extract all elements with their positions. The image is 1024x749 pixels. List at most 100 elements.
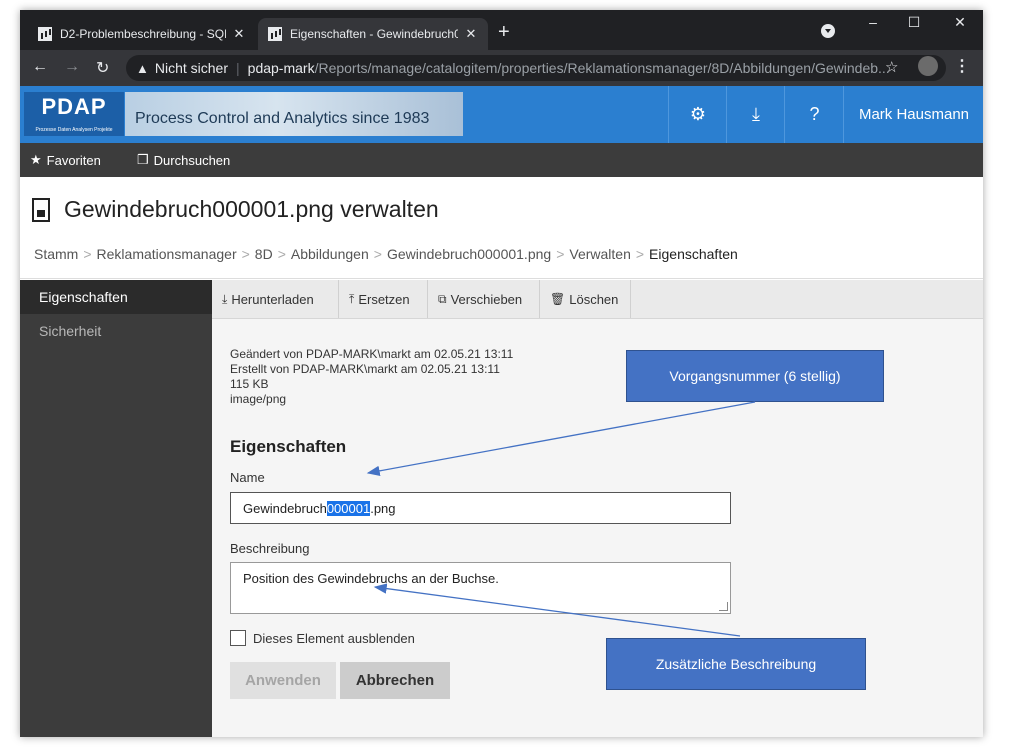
user-menu[interactable]: Mark Hausmann [843,86,983,143]
tagline: Process Control and Analytics since 1983 [135,110,430,127]
chevron-right-icon: > [635,246,645,262]
url-host: pdap-mark [247,60,315,76]
description-textarea[interactable]: Position des Gewindebruchs an der Buchse… [230,562,731,614]
callout-description: Zusätzliche Beschreibung [606,638,866,690]
hide-element-checkbox[interactable]: Dieses Element ausblenden [230,630,415,646]
chevron-right-icon: > [373,246,382,262]
replace-button[interactable]: ⤒ Ersetzen [339,280,428,318]
favorites-link[interactable]: ★ Favoriten [30,152,101,168]
star-icon: ★ [30,152,42,167]
tab-d2-problembeschreibung[interactable]: D2-Problembeschreibung - SQL S ✕ [28,18,256,50]
url-path: /Reports/manage/catalogitem/properties/R… [314,60,890,76]
logo-subtext: Prozesse Daten Analysen Projekte [35,127,113,133]
file-size: 115 KB [230,377,269,391]
name-input[interactable]: Gewindebruch000001.png [230,492,731,524]
sidebar-item-sicherheit[interactable]: Sicherheit [20,314,212,348]
move-button[interactable]: ⧉ Verschieben [428,280,540,318]
breadcrumb-current: Eigenschaften [649,246,738,262]
breadcrumb-item[interactable]: Verwalten [569,246,630,262]
new-tab-button[interactable]: + [498,22,510,42]
header-banner: Process Control and Analytics since 1983 [125,92,463,136]
chevron-right-icon: > [556,246,565,262]
app-header: PDAP Prozesse Daten Analysen Projekte Pr… [20,86,983,143]
section-title: Eigenschaften [230,437,347,456]
apply-button[interactable]: Anwenden [230,662,336,699]
close-window-button[interactable]: ✕ [940,14,980,31]
report-icon [38,27,52,41]
minimize-button[interactable]: – [853,14,893,30]
image-file-icon [32,197,50,222]
tab-eigenschaften[interactable]: Eigenschaften - Gewindebruch00 ✕ [258,18,488,50]
description-label: Beschreibung [230,541,310,556]
address-bar-row: ← → ↻ ▲ Nicht sicher | pdap-mark /Report… [20,50,983,86]
checkbox-label: Dieses Element ausblenden [253,630,415,646]
tab-search-icon[interactable] [821,24,835,38]
mime-type: image/png [230,392,287,406]
name-suffix: .png [370,501,396,516]
breadcrumb-item[interactable]: Stamm [34,246,78,262]
forward-icon[interactable]: → [64,58,80,76]
created-info: Erstellt von PDAP-MARK\markt am 02.05.21… [230,362,500,376]
resize-handle[interactable] [719,602,728,611]
warning-icon: ▲ [136,60,149,76]
download-icon: ⤓ [222,291,228,306]
favorites-label: Favoriten [46,152,101,168]
download-button[interactable]: ⤓ [726,86,785,143]
upload-icon: ⤒ [349,291,355,306]
divider: | [236,60,240,76]
page-title: Gewindebruch000001.png verwalten [32,196,439,223]
trash-icon: 🗑 [550,292,566,306]
item-metadata: Geändert von PDAP-MARK\markt am 02.05.21… [230,347,513,407]
help-icon: ? [809,104,820,124]
download-icon: ⤓ [752,104,760,124]
breadcrumb-item[interactable]: 8D [255,246,273,262]
move-icon: ⧉ [438,291,447,306]
chevron-right-icon: > [241,246,250,262]
help-button[interactable]: ? [784,86,844,143]
divider [20,278,983,279]
sidebar: Eigenschaften Sicherheit [20,280,212,737]
menu-kebab-icon[interactable]: ⋮ [954,56,970,76]
name-selection: 000001 [326,501,371,516]
gear-icon: ⚙ [689,104,707,124]
report-icon [268,27,282,41]
chevron-right-icon: > [83,246,92,262]
download-label: Herunterladen [231,291,314,307]
logo-text: PDAP [41,94,107,119]
maximize-button[interactable]: ☐ [894,14,934,31]
reload-icon[interactable]: ↻ [96,58,109,78]
page-title-text: Gewindebruch000001.png verwalten [64,196,439,222]
delete-label: Löschen [569,291,619,307]
url-field[interactable]: ▲ Nicht sicher | pdap-mark /Reports/mana… [126,55,946,81]
breadcrumb-item[interactable]: Gewindebruch000001.png [387,246,551,262]
settings-button[interactable]: ⚙ [668,86,727,143]
tab-title: D2-Problembeschreibung - SQL S [60,27,226,41]
chevron-right-icon: > [277,246,286,262]
browse-link[interactable]: ❒ Durchsuchen [137,152,230,168]
back-icon[interactable]: ← [32,58,48,76]
move-label: Verschieben [450,291,523,307]
delete-button[interactable]: 🗑 Löschen [540,280,631,318]
breadcrumb-item[interactable]: Abbildungen [291,246,369,262]
description-value: Position des Gewindebruchs an der Buchse… [243,571,499,586]
breadcrumb-item[interactable]: Reklamationsmanager [97,246,237,262]
bookmark-star-icon[interactable]: ☆ [885,58,898,76]
tab-strip: D2-Problembeschreibung - SQL S ✕ Eigensc… [20,10,983,50]
callout-order-number: Vorgangsnummer (6 stellig) [626,350,884,402]
checkbox-box[interactable] [230,630,246,646]
close-tab-icon[interactable]: ✕ [464,26,478,42]
close-tab-icon[interactable]: ✕ [232,26,246,42]
cancel-button[interactable]: Abbrechen [340,662,450,699]
sidebar-item-eigenschaften[interactable]: Eigenschaften [20,280,212,314]
name-label: Name [230,470,265,485]
browse-label: Durchsuchen [153,152,231,168]
security-label: Nicht sicher [154,60,229,76]
breadcrumb: Stamm > Reklamationsmanager >8D > Abbildungen… [34,246,738,262]
name-prefix: Gewindebruch [243,501,327,516]
profile-avatar[interactable] [918,56,938,76]
download-action-button[interactable]: ⤓ Herunterladen [212,280,339,318]
modified-info: Geändert von PDAP-MARK\markt am 02.05.21… [230,347,514,361]
favorites-bar: ★ Favoriten ❒ Durchsuchen [20,143,983,177]
pdap-logo[interactable]: PDAP Prozesse Daten Analysen Projekte [24,92,124,136]
tab-title: Eigenschaften - Gewindebruch00 [290,27,458,41]
